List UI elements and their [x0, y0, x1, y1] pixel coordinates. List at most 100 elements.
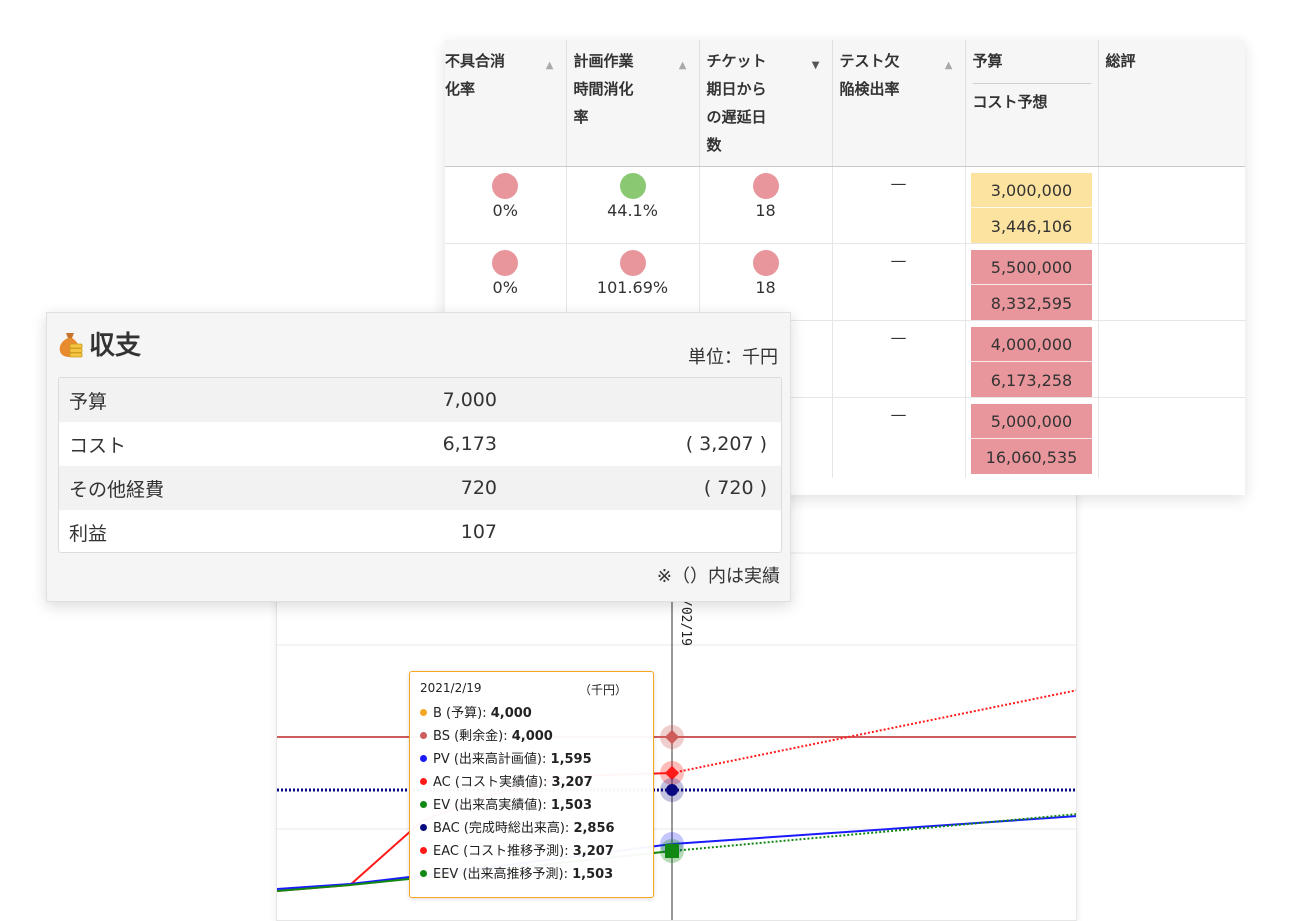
cell-overall [1098, 398, 1245, 478]
budget-box: 5,000,000 16,060,535 [971, 404, 1092, 474]
table-row[interactable]: 0% 44.1% 18 — 3,000,000 3,446,106 [445, 166, 1245, 244]
balance-row-budget: 予算 7,000 [59, 378, 781, 422]
budget-value: 4,000,000 [971, 327, 1092, 362]
balance-title: 収支 [57, 325, 141, 362]
balance-panel: 収支 単位：千円 予算 7,000 コスト 6,173 ( 3,207 ) その… [46, 312, 791, 602]
status-dot-icon [619, 173, 646, 199]
sort-asc-icon[interactable]: ▲ [546, 52, 554, 80]
crosshair-date-label: /02/19 [678, 599, 693, 646]
tooltip-value: 1,503 [572, 867, 614, 882]
header-line: 期日から [706, 80, 767, 98]
header-budget-label: 予算 [972, 52, 1003, 70]
balance-unit: 単位：千円 [688, 347, 778, 368]
budget-value: 3,000,000 [971, 173, 1092, 208]
tooltip-value: 1,503 [550, 798, 593, 813]
budget-box: 3,000,000 3,446,106 [971, 173, 1092, 243]
legend-dot-icon [420, 847, 427, 854]
sort-desc-icon[interactable]: ▼ [812, 52, 820, 80]
cost-forecast-value: 16,060,535 [985, 448, 1078, 467]
column-header-defect-rate[interactable]: 不具合消 化率 ▲ [445, 40, 567, 167]
test-defect-rate-value: — [890, 174, 907, 193]
status-dot-icon [492, 173, 519, 199]
tooltip-value: 4,000 [511, 729, 553, 744]
tooltip-row-eev: EEV (出来高推移予測): 1,503 [420, 863, 643, 886]
chart-tooltip: 2021/2/19 （千円） B (予算): 4,000 BS (剰余金): 4… [409, 671, 654, 898]
header-cost-forecast-label: コスト予想 [972, 83, 1091, 116]
legend-dot-icon [420, 824, 427, 831]
balance-row-profit: 利益 107 [59, 510, 781, 552]
test-defect-rate-value: — [890, 328, 907, 347]
balance-value: 107 [460, 521, 497, 543]
column-header-ticket-delay[interactable]: チケット 期日から の遅延日 数 ▼ [699, 40, 833, 167]
cost-forecast-value: 6,173,258 [990, 371, 1073, 390]
tooltip-row-pv: PV (出来高計画値): 1,595 [420, 748, 643, 771]
column-header-test-defect-rate[interactable]: テスト欠 陥検出率 ▲ [832, 40, 966, 167]
budget-value: 5,000,000 [971, 404, 1092, 439]
cell-overall [1098, 320, 1245, 398]
balance-label: コスト [69, 434, 127, 457]
cell-overall [1098, 166, 1245, 244]
legend-dot-icon [420, 709, 427, 716]
legend-dot-icon [420, 870, 427, 877]
balance-value: 7,000 [442, 389, 497, 411]
sort-asc-icon[interactable]: ▲ [679, 52, 687, 80]
balance-row-other-expenses: その他経費 720 ( 720 ) [59, 466, 781, 510]
tooltip-value: 1,595 [550, 752, 592, 767]
tooltip-label: BS (剰余金): [433, 729, 512, 744]
balance-actual: ( 720 ) [703, 477, 767, 499]
header-line: 計画作業 [573, 52, 634, 70]
status-dot-icon [619, 250, 646, 276]
cell-test-defect-rate: — [832, 243, 966, 321]
tooltip-row-bac: BAC (完成時総出来高): 2,856 [420, 817, 643, 840]
tooltip-row-bs: BS (剰余金): 4,000 [420, 725, 643, 748]
defect-rate-value: 0% [492, 201, 518, 220]
header-line: 化率 [445, 80, 476, 98]
defect-rate-value: 0% [492, 278, 518, 297]
cell-budget: 3,000,000 3,446,106 [965, 166, 1099, 244]
table-row[interactable]: 0% 101.69% 18 — 5,500,000 8,332,595 [445, 243, 1245, 321]
tooltip-row-b: B (予算): 4,000 [420, 702, 643, 725]
header-line: 不具合消 [445, 52, 506, 70]
tooltip-value: 3,207 [551, 775, 593, 790]
legend-dot-icon [420, 801, 427, 808]
balance-actual: ( 3,207 ) [685, 433, 767, 455]
money-bag-icon [59, 332, 83, 357]
balance-row-cost: コスト 6,173 ( 3,207 ) [59, 422, 781, 466]
ticket-delay-value: 18 [755, 278, 776, 297]
cell-defect-rate: 0% [445, 243, 567, 321]
column-header-work-rate[interactable]: 計画作業 時間消化 率 ▲ [566, 40, 700, 167]
header-line: 率 [573, 108, 589, 126]
cell-ticket-delay: 18 [699, 243, 833, 321]
tooltip-label: EEV (出来高推移予測): [433, 867, 573, 882]
series-eev-line [671, 813, 1076, 852]
tooltip-value: 4,000 [490, 706, 532, 721]
legend-dot-icon [420, 732, 427, 739]
tooltip-value: 2,856 [573, 821, 615, 836]
tooltip-label: EV (出来高実績値): [433, 798, 551, 813]
table-header-row: 不具合消 化率 ▲ 計画作業 時間消化 率 ▲ チケット 期日から の遅延日 数… [445, 40, 1245, 167]
balance-label: 利益 [69, 522, 108, 545]
balance-label: その他経費 [69, 478, 165, 501]
header-line: 時間消化 [573, 80, 634, 98]
tooltip-label: EAC (コスト推移予測): [433, 844, 573, 859]
work-rate-value: 44.1% [607, 201, 658, 220]
header-line: の遅延日 [706, 108, 767, 126]
tooltip-label: PV (出来高計画値): [433, 752, 551, 767]
cell-budget: 5,000,000 16,060,535 [965, 397, 1099, 478]
marker-ev [665, 844, 679, 858]
column-header-overall: 総評 [1098, 40, 1245, 167]
cell-work-rate: 101.69% [566, 243, 700, 321]
tooltip-value: 3,207 [572, 844, 614, 859]
balance-value: 6,173 [442, 433, 497, 455]
balance-note: ※（）内は実績 [656, 566, 780, 587]
tooltip-row-ac: AC (コスト実績値): 3,207 [420, 771, 643, 794]
tooltip-date: 2021/2/19 [420, 681, 482, 695]
header-line: テスト欠 [839, 52, 900, 70]
cell-test-defect-rate: — [832, 166, 966, 244]
tooltip-label: B (予算): [433, 706, 491, 721]
sort-asc-icon[interactable]: ▲ [945, 52, 953, 80]
legend-dot-icon [420, 778, 427, 785]
tooltip-row-eac: EAC (コスト推移予測): 3,207 [420, 840, 643, 863]
cell-budget: 5,500,000 8,332,595 [965, 243, 1099, 321]
tooltip-header: 2021/2/19 （千円） [420, 681, 643, 698]
